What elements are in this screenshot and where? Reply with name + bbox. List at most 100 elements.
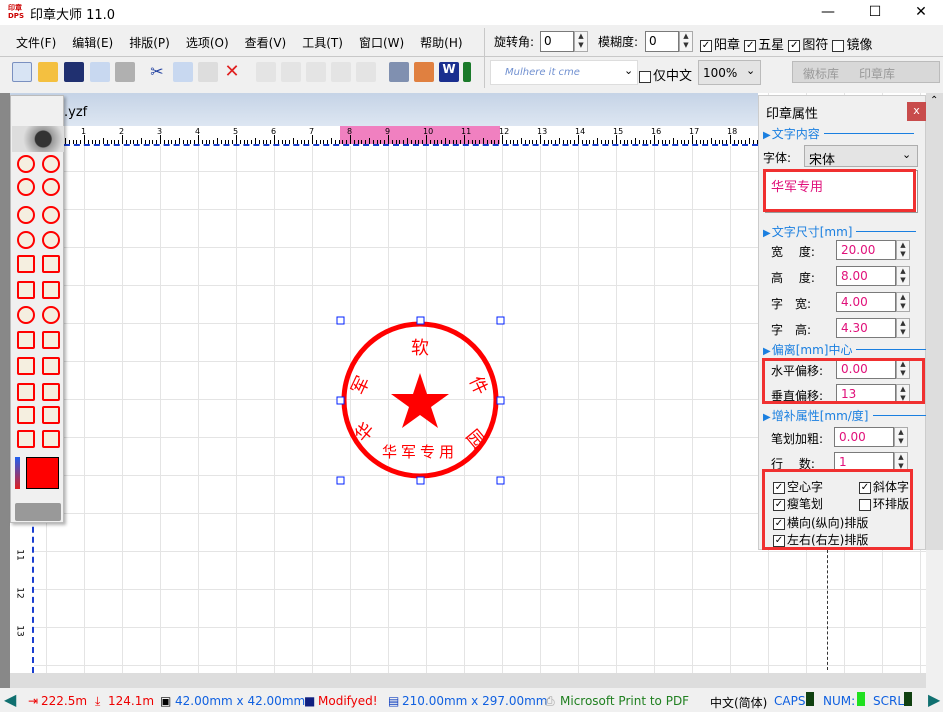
resize-handle[interactable] bbox=[336, 316, 345, 325]
stamp-shape-tool[interactable] bbox=[17, 331, 35, 349]
symbol-checkbox[interactable]: ✓ 图符 bbox=[788, 38, 828, 53]
stamp-shape-tool[interactable] bbox=[17, 255, 35, 273]
scroll-up-icon[interactable]: ⌃ bbox=[930, 95, 938, 106]
color-swatch[interactable] bbox=[26, 457, 59, 489]
properties-icon[interactable] bbox=[389, 62, 409, 82]
delete-icon[interactable]: ✕ bbox=[222, 62, 242, 82]
font-preview-select[interactable]: Mulhere it cme bbox=[490, 60, 638, 85]
resize-handle[interactable] bbox=[496, 316, 505, 325]
option-checkbox[interactable]: 环排版 bbox=[859, 495, 909, 512]
menu-edit[interactable]: 编辑(E) bbox=[64, 30, 121, 54]
resize-handle[interactable] bbox=[416, 316, 425, 325]
resize-handle[interactable] bbox=[496, 476, 505, 485]
menu-file[interactable]: 文件(F) bbox=[8, 30, 64, 54]
open-icon[interactable] bbox=[38, 62, 58, 82]
stamp-shape-tool[interactable] bbox=[42, 255, 60, 273]
resize-handle[interactable] bbox=[496, 396, 505, 405]
option-checkbox[interactable]: ✓ 空心字 bbox=[773, 478, 823, 495]
cut-icon[interactable]: ✂ bbox=[147, 62, 167, 82]
size-field-input[interactable]: 8.00 bbox=[836, 266, 896, 286]
chinese-only-checkbox[interactable]: 仅中文 bbox=[639, 65, 692, 84]
color-gradient-icon[interactable] bbox=[15, 457, 20, 489]
export-icon[interactable] bbox=[15, 503, 61, 521]
size-field-input[interactable]: 4.30 bbox=[836, 318, 896, 338]
stamp-icon[interactable] bbox=[414, 62, 434, 82]
scroll-left-icon[interactable]: ◀ bbox=[4, 690, 16, 709]
align-bottom-icon[interactable] bbox=[356, 62, 376, 82]
stamp-shape-tool[interactable] bbox=[17, 206, 35, 224]
preview-icon[interactable] bbox=[90, 62, 110, 82]
stamp[interactable]: 华 军 软 件 园 华军专用 bbox=[336, 316, 506, 486]
mirror-checkbox[interactable]: 镜像 bbox=[832, 38, 872, 53]
stamp-shape-tool[interactable] bbox=[42, 281, 60, 299]
stamp-shape-tool[interactable] bbox=[17, 178, 35, 196]
resize-handle[interactable] bbox=[416, 476, 425, 485]
rotate-input[interactable]: 0 bbox=[540, 31, 574, 52]
option-checkbox[interactable]: ✓ 瘦笔划 bbox=[773, 495, 823, 512]
stamp-shape-tool[interactable] bbox=[42, 430, 60, 448]
stamp-shape-tool[interactable] bbox=[42, 231, 60, 249]
menu-options[interactable]: 选项(O) bbox=[178, 30, 237, 54]
horizontal-scrollbar[interactable] bbox=[10, 673, 926, 688]
option-checkbox[interactable]: ✓ 左右(右左)排版 bbox=[773, 531, 868, 548]
stamp-shape-tool[interactable] bbox=[17, 231, 35, 249]
font-select[interactable]: 宋体 bbox=[804, 145, 918, 168]
paste-icon[interactable] bbox=[198, 62, 218, 82]
print-icon[interactable] bbox=[115, 62, 135, 82]
size-field-stepper[interactable]: ▲ ▼ bbox=[896, 240, 910, 260]
option-checkbox[interactable]: ✓ 斜体字 bbox=[859, 478, 909, 495]
stamp-shape-tool[interactable] bbox=[17, 406, 35, 424]
panel-close-button[interactable]: x bbox=[907, 102, 926, 121]
stamp-shape-tool[interactable] bbox=[17, 430, 35, 448]
align-left-icon[interactable] bbox=[281, 62, 301, 82]
word-icon[interactable]: W bbox=[439, 62, 459, 82]
stamp-shape-tool[interactable] bbox=[17, 281, 35, 299]
stamp-shape-tool[interactable] bbox=[42, 357, 60, 375]
menu-window[interactable]: 窗口(W) bbox=[351, 30, 412, 54]
save-icon[interactable] bbox=[64, 62, 84, 82]
align-right-icon[interactable] bbox=[306, 62, 326, 82]
menu-view[interactable]: 查看(V) bbox=[237, 30, 295, 54]
resize-handle[interactable] bbox=[336, 396, 345, 405]
stamp-shape-tool[interactable] bbox=[42, 406, 60, 424]
stamp-shape-tool[interactable] bbox=[42, 178, 60, 196]
size-field-input[interactable]: 4.00 bbox=[836, 292, 896, 312]
option-checkbox[interactable]: ✓ 横向(纵向)排版 bbox=[773, 514, 868, 531]
menu-layout[interactable]: 排版(P) bbox=[121, 30, 178, 54]
stamp-shape-tool[interactable] bbox=[42, 206, 60, 224]
scroll-right-icon[interactable]: ▶ bbox=[928, 690, 940, 709]
copy-icon[interactable] bbox=[173, 62, 193, 82]
size-field-stepper[interactable]: ▲ ▼ bbox=[896, 292, 910, 312]
size-field-input[interactable]: 20.00 bbox=[836, 240, 896, 260]
stamp-shape-tool[interactable] bbox=[17, 383, 35, 401]
document-tab[interactable]: .yzf bbox=[64, 105, 87, 120]
blur-input[interactable]: 0 bbox=[645, 31, 679, 52]
menu-tools[interactable]: 工具(T) bbox=[294, 30, 351, 54]
eye-icon[interactable] bbox=[12, 126, 64, 152]
close-button[interactable]: ✕ bbox=[898, 0, 943, 25]
excel-icon[interactable] bbox=[463, 62, 471, 82]
stamp-shape-tool[interactable] bbox=[42, 383, 60, 401]
tab-logo-library[interactable]: 徽标库 bbox=[803, 65, 839, 82]
minimize-button[interactable]: — bbox=[805, 0, 851, 25]
stamp-shape-tool[interactable] bbox=[42, 331, 60, 349]
size-field-stepper[interactable]: ▲ ▼ bbox=[896, 318, 910, 338]
menu-help[interactable]: 帮助(H) bbox=[412, 30, 470, 54]
stamp-shape-tool[interactable] bbox=[42, 155, 60, 173]
stamp-shape-tool[interactable] bbox=[17, 306, 35, 324]
stamp-shape-tool[interactable] bbox=[42, 306, 60, 324]
resize-handle[interactable] bbox=[336, 476, 345, 485]
maximize-button[interactable]: ☐ bbox=[852, 0, 898, 25]
new-icon[interactable] bbox=[12, 62, 32, 82]
star-checkbox[interactable]: ✓ 五星 bbox=[744, 38, 784, 53]
size-field-stepper[interactable]: ▲ ▼ bbox=[896, 266, 910, 286]
extra-field-input[interactable]: 0.00 bbox=[834, 427, 894, 447]
tab-stamp-library[interactable]: 印章库 bbox=[859, 65, 895, 82]
align-top-icon[interactable] bbox=[331, 62, 351, 82]
rotate-stepper[interactable]: ▲ ▼ bbox=[574, 31, 588, 52]
yang-checkbox[interactable]: ✓ 阳章 bbox=[700, 38, 740, 53]
vertical-scrollbar[interactable]: ⌃ bbox=[926, 93, 943, 550]
align-icon[interactable] bbox=[256, 62, 276, 82]
stamp-shape-tool[interactable] bbox=[17, 357, 35, 375]
blur-stepper[interactable]: ▲ ▼ bbox=[679, 31, 693, 52]
